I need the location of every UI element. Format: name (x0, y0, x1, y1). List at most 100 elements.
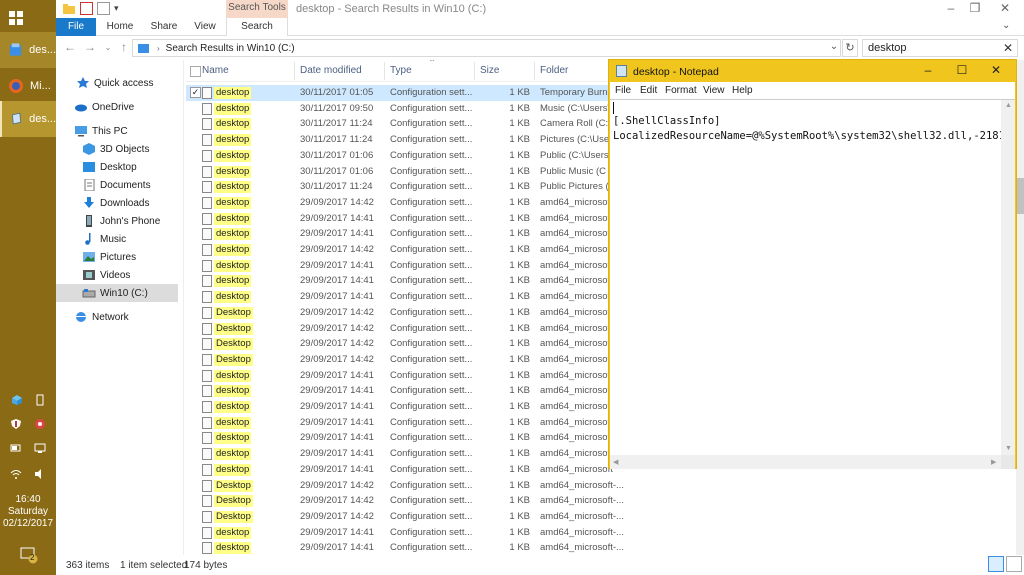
column-divider[interactable] (474, 62, 475, 80)
notepad-maximize-button[interactable]: ☐ (945, 60, 979, 82)
file-name[interactable]: desktop (214, 244, 252, 256)
taskbar-item-firefox[interactable]: Mi... (0, 68, 56, 104)
file-name[interactable]: Desktop (214, 510, 253, 523)
notepad-titlebar[interactable]: desktop - Notepad – ☐ ✕ (609, 60, 1016, 82)
folder-icon[interactable] (62, 3, 76, 15)
nav-drive-c[interactable]: Win10 (C:) (56, 284, 178, 302)
notepad-close-button[interactable]: ✕ (979, 60, 1013, 82)
tab-view[interactable]: View (184, 18, 226, 36)
nav-onedrive[interactable]: OneDrive (56, 98, 178, 116)
file-name[interactable]: desktop (214, 401, 252, 413)
file-name[interactable]: desktop (214, 118, 252, 131)
customize-toolbar-icon[interactable]: ▾ (114, 3, 119, 14)
file-name[interactable]: desktop (214, 369, 252, 382)
breadcrumb-chevron-icon[interactable]: › (157, 44, 160, 53)
restore-button[interactable]: ❐ (960, 0, 990, 18)
menu-view[interactable]: View (703, 85, 725, 96)
row-checkbox[interactable]: ✓ (190, 87, 201, 98)
search-input[interactable]: desktop ✕ (862, 39, 1018, 57)
menu-format[interactable]: Format (665, 85, 697, 96)
column-divider[interactable] (384, 62, 385, 80)
clear-search-icon[interactable]: ✕ (1003, 40, 1013, 56)
file-name[interactable]: Desktop (214, 495, 253, 508)
file-name[interactable]: desktop (214, 102, 252, 115)
file-name[interactable]: desktop (214, 196, 252, 209)
file-name[interactable]: desktop (214, 87, 252, 99)
nav-pictures[interactable]: Pictures (56, 248, 178, 266)
file-name[interactable]: desktop (214, 385, 252, 398)
breadcrumb[interactable]: Search Results in Win10 (C:) (166, 43, 295, 54)
nav-3d-objects[interactable]: 3D Objects (56, 140, 178, 158)
network-icon[interactable] (34, 442, 46, 454)
column-folder[interactable]: Folder (540, 65, 568, 79)
nav-this-pc[interactable]: This PC (56, 122, 178, 140)
file-name[interactable]: desktop (214, 134, 252, 147)
select-all-checkbox[interactable] (190, 66, 201, 77)
scroll-up-icon[interactable]: ▲ (1005, 102, 1012, 109)
taskbar-item-explorer[interactable]: des... (0, 32, 56, 68)
usb-device-icon[interactable] (35, 394, 45, 406)
properties-icon[interactable] (80, 2, 93, 15)
taskbar-clock[interactable]: 16:40 Saturday 02/12/2017 (0, 494, 56, 530)
battery-icon[interactable] (10, 442, 22, 454)
file-name[interactable]: desktop (214, 416, 252, 429)
notepad-content[interactable]: [.ShellClassInfo] LocalizedResourceName=… (613, 114, 1011, 144)
menu-help[interactable]: Help (732, 85, 753, 96)
recent-locations-button[interactable]: ⌄ (100, 40, 116, 56)
column-name[interactable]: Name (202, 65, 229, 79)
nav-quick-access[interactable]: Quick access (56, 74, 178, 92)
nav-phone[interactable]: John's Phone (56, 212, 178, 230)
nav-downloads[interactable]: Downloads (56, 194, 178, 212)
dropbox-icon[interactable] (11, 394, 23, 406)
nav-music[interactable]: Music (56, 230, 178, 248)
notepad-horizontal-scrollbar[interactable]: ◀ ▶ (610, 455, 1001, 469)
start-button[interactable] (0, 0, 56, 36)
file-name[interactable]: Desktop (214, 353, 253, 366)
taskbar-item-notepad[interactable]: des... (0, 101, 56, 137)
table-row[interactable]: Desktop 29/09/2017 14:42 Configuration set… (186, 478, 1024, 494)
nav-pane-divider[interactable] (183, 60, 184, 555)
up-button[interactable]: ↑ (116, 40, 132, 56)
file-name[interactable]: Desktop (214, 479, 253, 492)
wifi-icon[interactable] (10, 468, 22, 480)
tab-file[interactable]: File (56, 18, 96, 36)
tab-home[interactable]: Home (96, 18, 144, 36)
notepad-text-area[interactable]: [.ShellClassInfo] LocalizedResourceName=… (610, 99, 1015, 469)
volume-icon[interactable] (34, 468, 46, 480)
scroll-left-icon[interactable]: ◀ (613, 458, 618, 466)
menu-file[interactable]: File (615, 85, 631, 96)
file-name[interactable]: desktop (214, 149, 252, 162)
tab-search[interactable]: Search (226, 18, 288, 36)
column-date[interactable]: Date modified (300, 65, 362, 79)
file-name[interactable]: desktop (214, 463, 252, 476)
file-name[interactable]: Desktop (214, 338, 253, 351)
tab-share[interactable]: Share (144, 18, 184, 36)
file-name[interactable]: desktop (214, 212, 252, 225)
column-divider[interactable] (294, 62, 295, 80)
column-divider[interactable] (534, 62, 535, 80)
notepad-vertical-scrollbar[interactable]: ▲ ▼ (1001, 100, 1015, 455)
close-button[interactable]: ✕ (990, 0, 1020, 18)
file-name[interactable]: desktop (214, 228, 252, 241)
address-box[interactable]: › Search Results in Win10 (C:) (132, 39, 841, 57)
table-row[interactable]: Desktop 29/09/2017 14:42 Configuration set… (186, 509, 1024, 525)
help-icon[interactable]: ⌄ (1002, 20, 1010, 31)
chrome-icon[interactable] (34, 418, 46, 430)
table-row[interactable]: desktop 29/09/2017 14:41 Configuration set… (186, 525, 1024, 541)
refresh-button[interactable]: ↻ (842, 39, 858, 57)
file-name[interactable]: desktop (214, 181, 252, 194)
file-name[interactable]: Desktop (214, 322, 253, 335)
file-name[interactable]: desktop (214, 448, 252, 461)
forward-button[interactable]: → (82, 40, 98, 56)
back-button[interactable]: ← (62, 40, 78, 56)
security-shield-icon[interactable] (10, 418, 22, 430)
file-list-scrollbar[interactable] (1016, 60, 1024, 555)
nav-desktop[interactable]: Desktop (56, 158, 178, 176)
nav-videos[interactable]: Videos (56, 266, 178, 284)
scroll-down-icon[interactable]: ▼ (1005, 445, 1012, 452)
notepad-minimize-button[interactable]: – (911, 60, 945, 82)
scroll-right-icon[interactable]: ▶ (991, 458, 996, 466)
table-row[interactable]: Desktop 29/09/2017 14:42 Configuration set… (186, 493, 1024, 509)
file-name[interactable]: Desktop (214, 306, 253, 319)
address-dropdown-icon[interactable]: ⌄ (826, 39, 842, 57)
